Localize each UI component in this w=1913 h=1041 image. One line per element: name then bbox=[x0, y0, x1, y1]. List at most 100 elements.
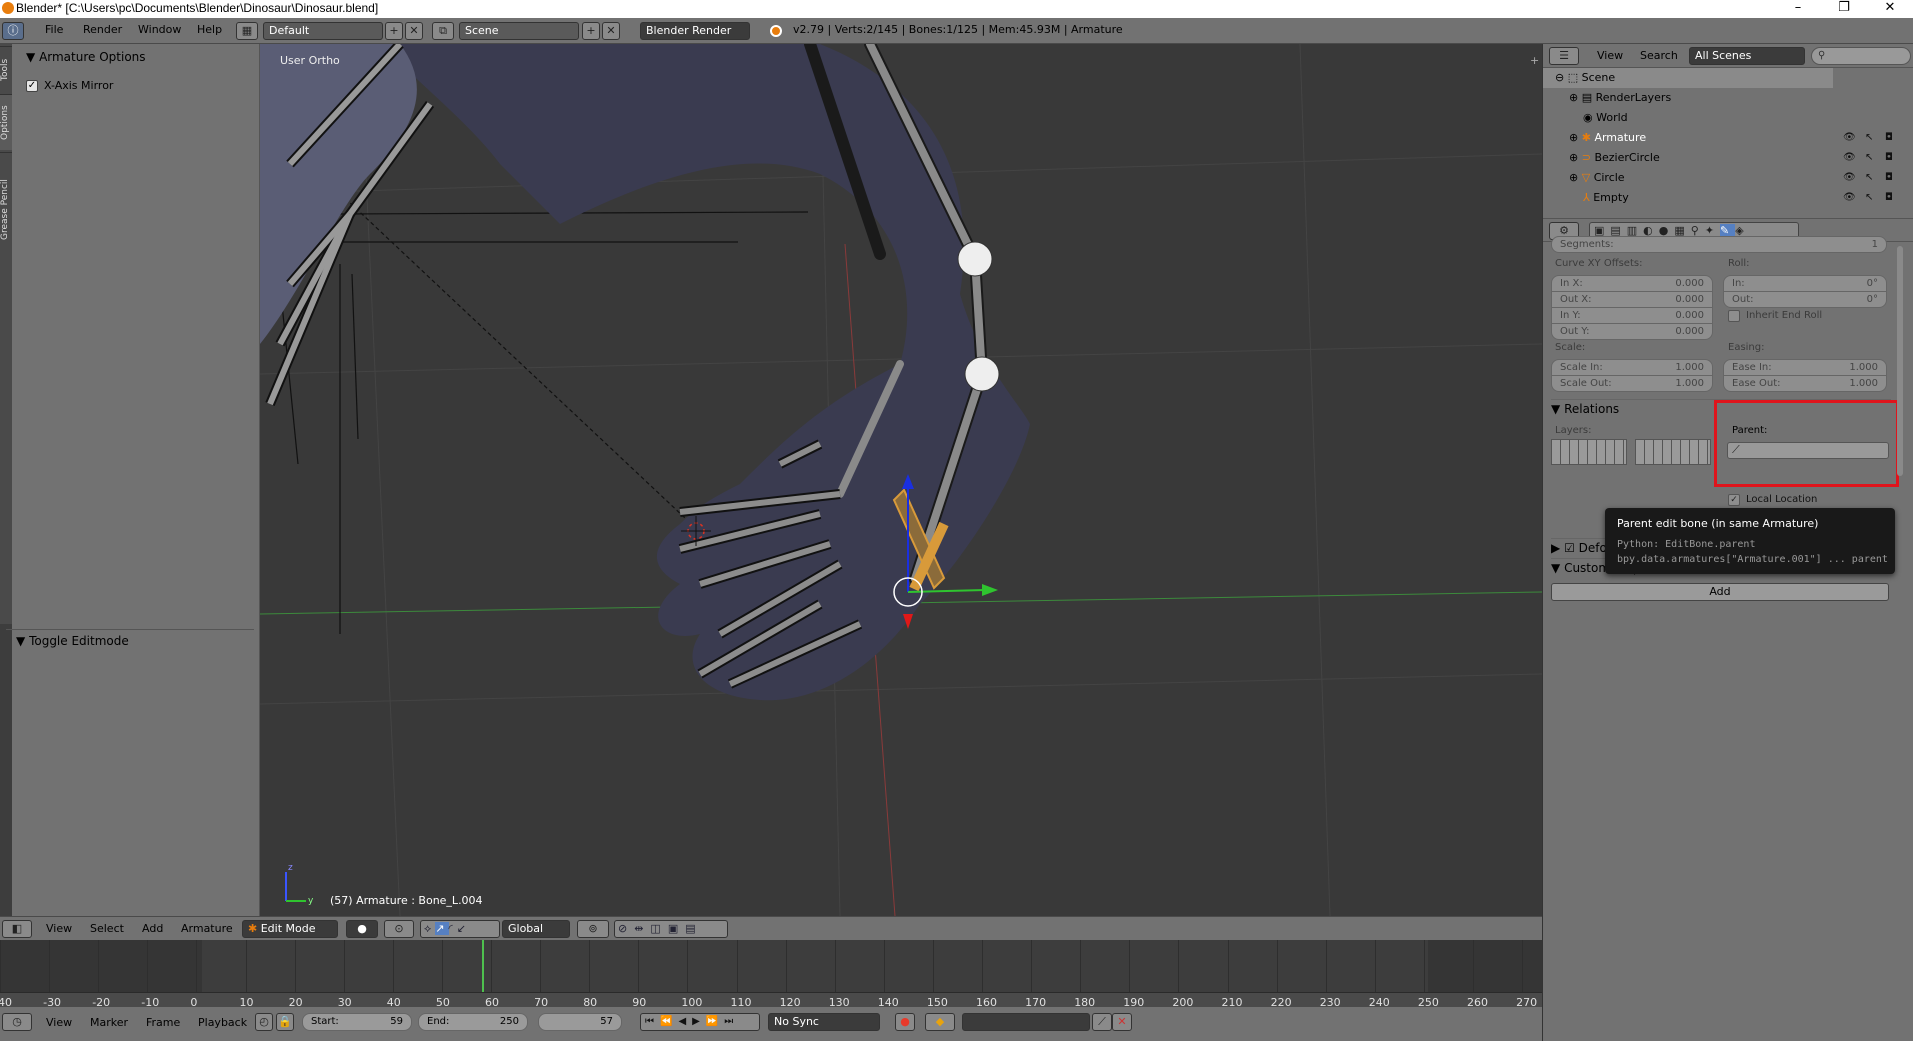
outliner-row-circle[interactable]: ⊕ ▽ Circle bbox=[1569, 168, 1625, 188]
add-scene-icon[interactable]: + bbox=[582, 22, 600, 40]
label: Scale Out: bbox=[1560, 378, 1612, 389]
pivot-select[interactable]: ⊙ bbox=[384, 920, 414, 938]
outliner-editor-icon[interactable]: ☰ bbox=[1549, 47, 1579, 65]
bone-layers-grid-2[interactable] bbox=[1635, 439, 1711, 465]
editor-type-timeline-icon[interactable]: ◷ bbox=[2, 1013, 32, 1031]
cursor-icons[interactable]: ↖ ↖ ↖ ↖ bbox=[1865, 128, 1873, 208]
current-frame-line[interactable] bbox=[482, 940, 484, 992]
roll-in-field[interactable]: In: 0° bbox=[1723, 275, 1887, 292]
end-frame-field[interactable]: End: 250 bbox=[418, 1013, 528, 1031]
panel-toggle-editmode-header[interactable]: ▼ Toggle Editmode bbox=[6, 629, 254, 648]
current-frame-field[interactable]: 57 bbox=[538, 1013, 622, 1031]
out-x-field[interactable]: Out X: 0.000 bbox=[1551, 291, 1713, 308]
parent-highlight-box bbox=[1714, 400, 1899, 487]
roll-out-field[interactable]: Out: 0° bbox=[1723, 291, 1887, 308]
layers-label: Layers: bbox=[1555, 425, 1592, 436]
vp-menu-add[interactable]: Add bbox=[142, 922, 163, 935]
timeline-gridline bbox=[1031, 940, 1033, 992]
keying-icon[interactable]: ◆ bbox=[925, 1013, 955, 1031]
tooltip-title: Parent edit bone (in same Armature) bbox=[1617, 517, 1819, 530]
record-icon[interactable]: ● bbox=[895, 1013, 915, 1031]
ease-in-field[interactable]: Ease In: 1.000 bbox=[1723, 359, 1887, 376]
vp-menu-select[interactable]: Select bbox=[90, 922, 124, 935]
segments-field[interactable]: Segments: 1 bbox=[1551, 236, 1887, 253]
render-engine-select[interactable]: Blender Render bbox=[640, 22, 750, 40]
menu-help[interactable]: Help bbox=[197, 23, 222, 36]
local-location-label: Local Location bbox=[1746, 494, 1818, 505]
out-y-field[interactable]: Out Y: 0.000 bbox=[1551, 323, 1713, 340]
plus-icon[interactable]: + bbox=[1530, 54, 1539, 67]
toolshelf: ▼ Armature Options ✓ X-Axis Mirror ▼ Tog… bbox=[6, 44, 260, 916]
outliner-search-input[interactable]: ⚲ bbox=[1811, 47, 1911, 65]
in-y-field[interactable]: In Y: 0.000 bbox=[1551, 307, 1713, 324]
add-property-button[interactable]: Add bbox=[1551, 583, 1889, 601]
scale-in-field[interactable]: Scale In: 1.000 bbox=[1551, 359, 1713, 376]
keying-set-field[interactable] bbox=[962, 1013, 1090, 1031]
menu-file[interactable]: File bbox=[45, 23, 63, 36]
checkbox-checked-icon[interactable]: ☑ bbox=[1564, 541, 1575, 555]
start-frame-field[interactable]: Start: 59 bbox=[302, 1013, 412, 1031]
panel-armature-options-header[interactable]: ▼ Armature Options bbox=[26, 50, 146, 64]
timeline-gridline bbox=[883, 940, 885, 992]
remove-layout-icon[interactable]: ✕ bbox=[405, 22, 423, 40]
outliner-menu-search[interactable]: Search bbox=[1640, 49, 1678, 62]
outliner-menu-view[interactable]: View bbox=[1597, 49, 1623, 62]
timeline-gridline bbox=[1423, 940, 1425, 992]
screen-layout-icon[interactable]: ▦ bbox=[236, 22, 258, 40]
mode-select[interactable]: ✱ Edit Mode bbox=[242, 920, 338, 938]
orientation-select[interactable]: Global bbox=[502, 920, 570, 938]
scene-icon[interactable]: ⧉ bbox=[432, 22, 454, 40]
layout-field[interactable]: Default bbox=[263, 22, 383, 40]
remove-scene-icon[interactable]: ✕ bbox=[602, 22, 620, 40]
outliner-row-beziercircle[interactable]: ⊕ ⊃ BezierCircle bbox=[1569, 148, 1660, 168]
editor-type-3dview-icon[interactable]: ◧ bbox=[2, 920, 32, 938]
tab-grease-pencil[interactable]: Grease Pencil bbox=[0, 152, 12, 266]
outliner-row-renderlayers[interactable]: ⊕ ▤ RenderLayers bbox=[1569, 88, 1671, 108]
tl-menu-playback[interactable]: Playback bbox=[198, 1016, 247, 1029]
tab-options[interactable]: Options bbox=[0, 94, 12, 150]
vp-menu-armature[interactable]: Armature bbox=[181, 922, 233, 935]
editor-type-info-icon[interactable]: ⓘ bbox=[2, 22, 24, 40]
ease-out-field[interactable]: Ease Out: 1.000 bbox=[1723, 375, 1887, 392]
tl-menu-marker[interactable]: Marker bbox=[90, 1016, 128, 1029]
insert-keyframe-icon[interactable]: ⟋ bbox=[1092, 1013, 1112, 1031]
tab-tools[interactable]: Tools bbox=[0, 46, 12, 92]
vp-menu-view[interactable]: View bbox=[46, 922, 72, 935]
minimize-button[interactable]: – bbox=[1775, 0, 1821, 18]
camera-icons[interactable]: ◘ ◘ ◘ ◘ bbox=[1885, 128, 1893, 208]
label: In: bbox=[1732, 278, 1745, 289]
outliner-row-world[interactable]: ◉ World bbox=[1583, 108, 1628, 128]
shading-select[interactable]: ● bbox=[346, 920, 378, 938]
timeline[interactable]: -40-30-20-100102030405060708090100110120… bbox=[0, 940, 1542, 1009]
scene-field[interactable]: Scene bbox=[459, 22, 579, 40]
snap-icons[interactable]: ⊘⇹◫▣▤ bbox=[614, 920, 728, 938]
maximize-button[interactable]: ❐ bbox=[1821, 0, 1867, 18]
playback-controls[interactable]: ⏮⏪◀▶⏩⏭ bbox=[640, 1013, 760, 1031]
timeline-frame-range-after bbox=[1428, 940, 1542, 992]
outliner-row-armature[interactable]: ⊕ ✱ Armature bbox=[1569, 128, 1646, 148]
menu-render[interactable]: Render bbox=[83, 23, 122, 36]
tl-menu-view[interactable]: View bbox=[46, 1016, 72, 1029]
eye-icons[interactable]: 👁 👁 👁 👁 bbox=[1843, 128, 1856, 208]
delete-keyframe-icon[interactable]: ✕ bbox=[1112, 1013, 1132, 1031]
menu-window[interactable]: Window bbox=[138, 23, 181, 36]
timeline-gridline bbox=[491, 940, 492, 992]
3d-viewport[interactable]: User Ortho z y (57) Armature : Bone_L.00… bbox=[260, 44, 1542, 916]
manipulator-icons[interactable]: ⟡↗◜↙ bbox=[420, 920, 500, 938]
outliner-row-scene[interactable]: ⊖ ⬚ Scene bbox=[1543, 68, 1833, 88]
preview-range-icon[interactable]: ◴ bbox=[255, 1013, 273, 1031]
timeline-gridline bbox=[932, 940, 934, 992]
in-x-field[interactable]: In X: 0.000 bbox=[1551, 275, 1713, 292]
scrollbar[interactable] bbox=[1897, 246, 1903, 476]
sync-select[interactable]: No Sync bbox=[768, 1013, 880, 1031]
lock-icon[interactable]: 🔒 bbox=[276, 1013, 294, 1031]
scale-out-field[interactable]: Scale Out: 1.000 bbox=[1551, 375, 1713, 392]
add-layout-icon[interactable]: + bbox=[385, 22, 403, 40]
bone-layers-grid[interactable] bbox=[1551, 439, 1627, 465]
close-button[interactable]: ✕ bbox=[1867, 0, 1913, 18]
outliner-row-empty[interactable]: ⅄ Empty bbox=[1583, 188, 1629, 208]
layer-select[interactable]: ⊚ bbox=[577, 920, 609, 938]
tl-menu-frame[interactable]: Frame bbox=[146, 1016, 180, 1029]
outliner-filter-select[interactable]: All Scenes bbox=[1689, 47, 1805, 65]
blender-logo-icon bbox=[770, 25, 782, 37]
